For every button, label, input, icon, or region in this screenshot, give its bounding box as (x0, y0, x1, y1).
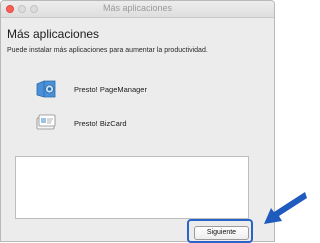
app-name: Presto! BizCard (74, 118, 127, 128)
app-item-bizcard: Presto! BizCard (35, 112, 127, 134)
title-bar: Más aplicaciones (1, 1, 274, 18)
app-name: Presto! PageManager (74, 84, 147, 94)
button-highlight-outline (187, 219, 253, 243)
page-subtitle: Puede instalar más aplicaciones para aum… (7, 47, 208, 54)
bizcard-icon (35, 112, 57, 134)
window-title: Más aplicaciones (102, 3, 173, 13)
installer-window: Más aplicaciones Más aplicaciones Puede … (0, 0, 275, 242)
description-textarea[interactable] (15, 156, 249, 219)
pagemanager-icon (35, 78, 57, 100)
page-title: Más aplicaciones (7, 27, 100, 41)
app-item-pagemanager: Presto! PageManager (35, 78, 147, 100)
pointer-arrow-icon (264, 192, 307, 224)
